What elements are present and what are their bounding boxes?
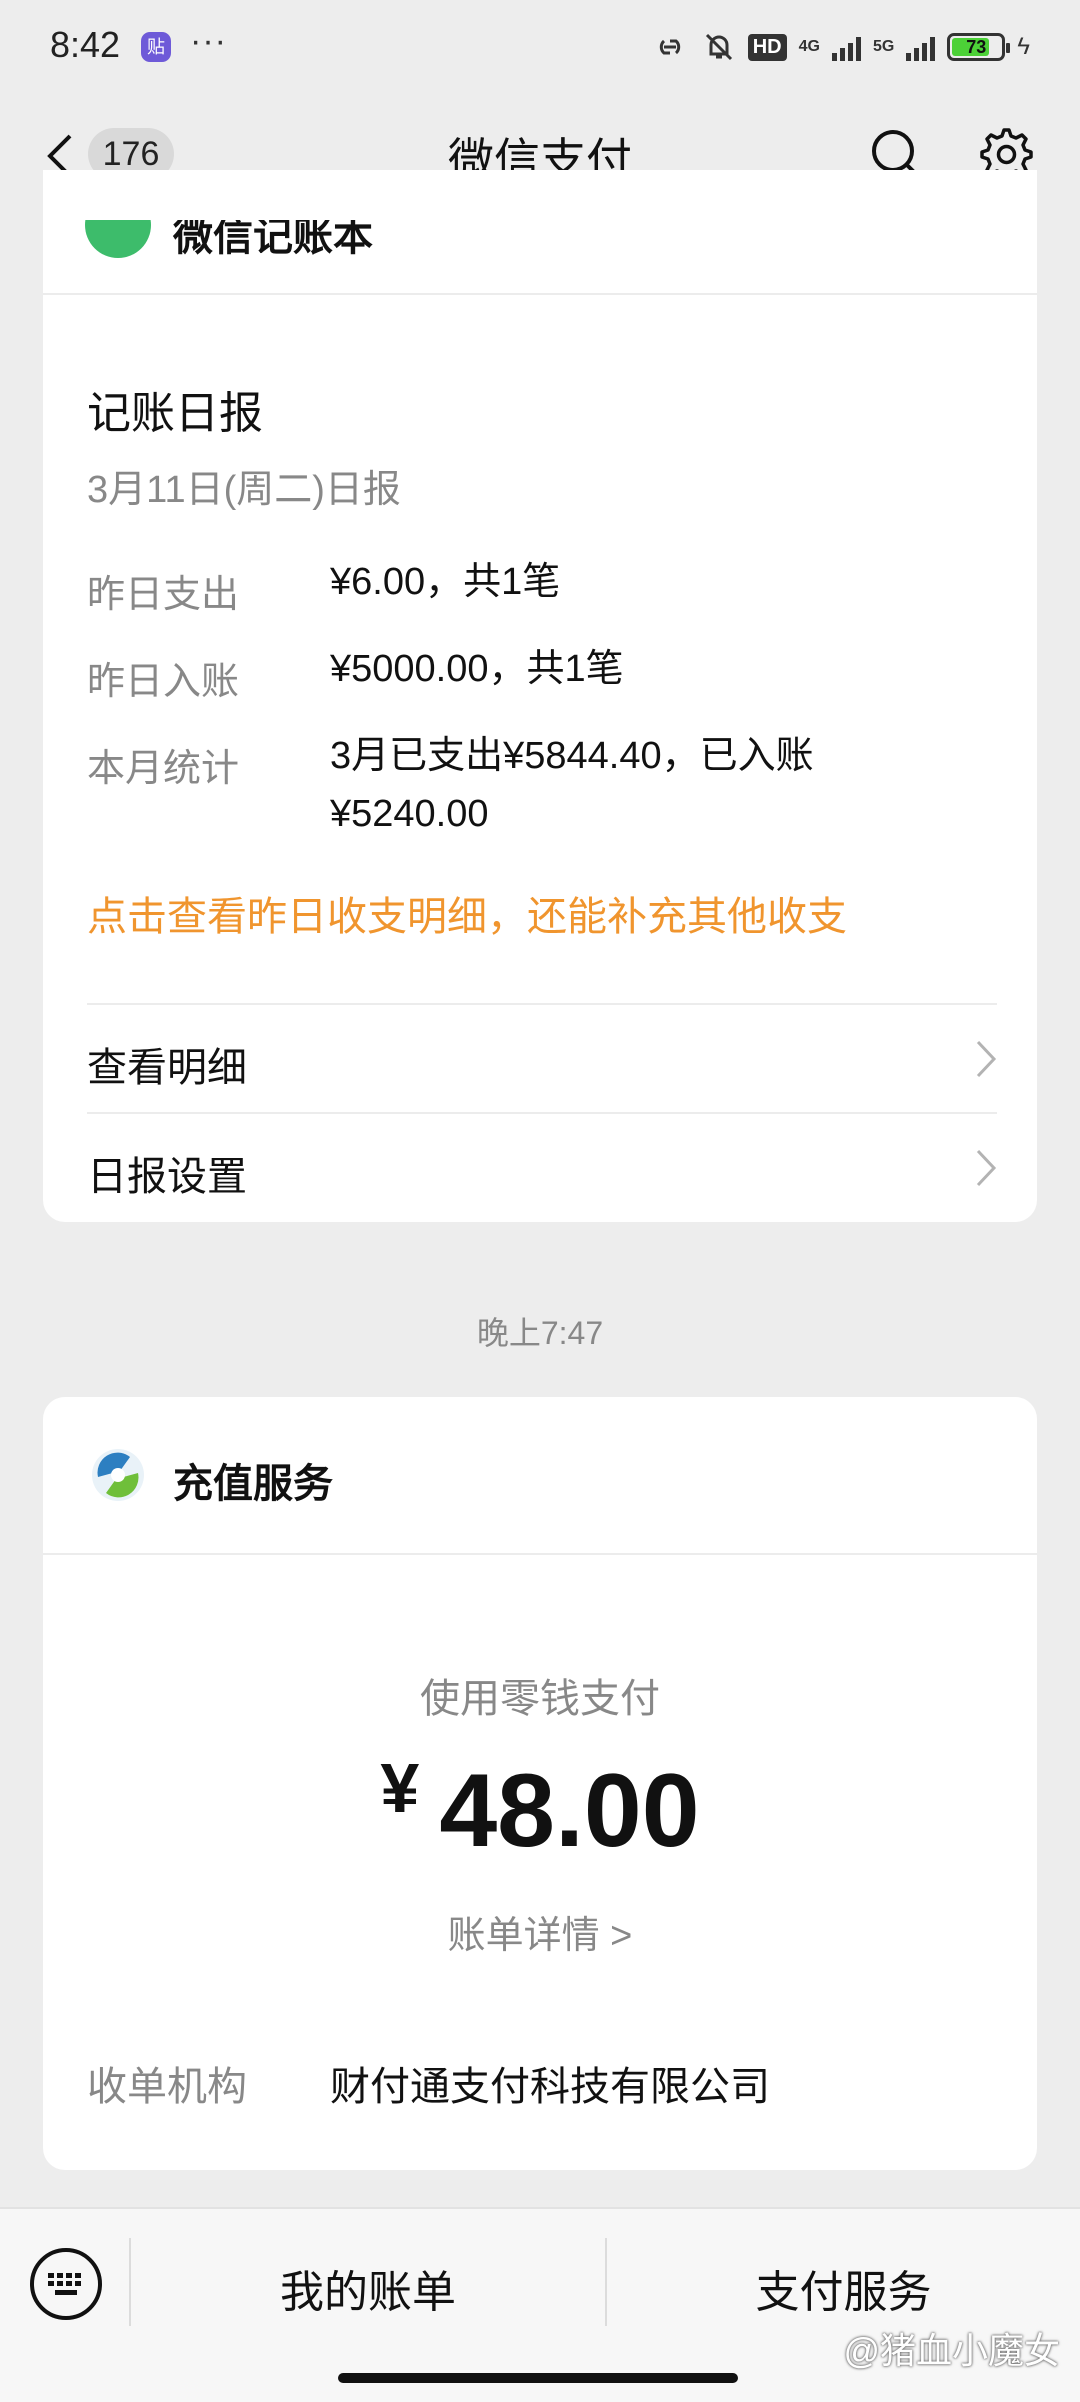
ledger-logo-icon (85, 220, 151, 258)
hd-icon: HD (747, 33, 787, 61)
ledger-card-header: 微信记账本 (43, 220, 1037, 295)
menu-item-view-details[interactable]: 查看明细 (87, 1005, 997, 1113)
view-details-link[interactable]: 点击查看昨日收支明细，还能补充其他收支 (87, 884, 847, 942)
signal-icon (906, 33, 936, 61)
row-value: 3月已支出¥5844.40，已入账 (330, 735, 814, 777)
report-date: 3月11日(周二)日报 (87, 469, 401, 511)
row-label: 本月统计 (87, 748, 240, 790)
ledger-card-title: 微信记账本 (173, 220, 373, 259)
row-label: 昨日支出 (87, 574, 240, 616)
network-5g-label: 5G (872, 38, 895, 55)
payment-method-label: 使用零钱支付 (420, 1677, 660, 1721)
status-time: 8:42 (50, 24, 121, 65)
merchant-value: 财付通支付科技有限公司 (330, 2065, 770, 2109)
my-bills-button[interactable]: 我的账单 (131, 2256, 605, 2320)
watermark: @猪血小魔女 (843, 2330, 1060, 2371)
status-icons: HD 4G 5G 73 ϟ (650, 30, 1030, 64)
message-timestamp: 晚上7:47 (476, 1315, 604, 1351)
chevron-right-icon (976, 1040, 997, 1078)
payment-amount: ¥48.00 (0, 1748, 1080, 1871)
currency-symbol: ¥ (380, 1749, 420, 1827)
chevron-right-icon (976, 1149, 997, 1187)
row-value: ¥5240.00 (330, 793, 489, 835)
signal-icon (831, 33, 861, 61)
home-indicator[interactable] (338, 2373, 738, 2383)
service-card-title: 充值服务 (173, 1462, 333, 1506)
pay-services-button[interactable]: 支付服务 (607, 2256, 1080, 2320)
row-label: 昨日入账 (87, 661, 240, 703)
recharge-service-logo-icon (92, 1449, 144, 1501)
more-notifications-icon: ··· (190, 22, 227, 60)
network-4g-label: 4G (798, 38, 820, 55)
battery-icon: 73 (947, 33, 1011, 61)
amount-value: 48.00 (439, 1753, 700, 1869)
menu-item-label: 日报设置 (87, 1155, 247, 1199)
divider (43, 1553, 1037, 1555)
row-value: ¥5000.00，共1笔 (330, 648, 624, 690)
charging-icon: ϟ (1017, 33, 1030, 60)
keyboard-icon[interactable] (28, 2246, 104, 2322)
link-icon (659, 39, 680, 55)
menu-item-label: 查看明细 (87, 1046, 247, 1090)
app-notification-icon: 贴 (141, 32, 171, 62)
divider (43, 293, 1037, 295)
mute-bell-icon (705, 33, 732, 61)
menu-item-report-settings[interactable]: 日报设置 (87, 1114, 997, 1222)
merchant-label: 收单机构 (87, 2065, 247, 2109)
bill-details-link[interactable]: 账单详情 > (0, 1904, 1080, 1959)
row-value: ¥6.00，共1笔 (330, 561, 561, 603)
report-title: 记账日报 (87, 389, 263, 438)
